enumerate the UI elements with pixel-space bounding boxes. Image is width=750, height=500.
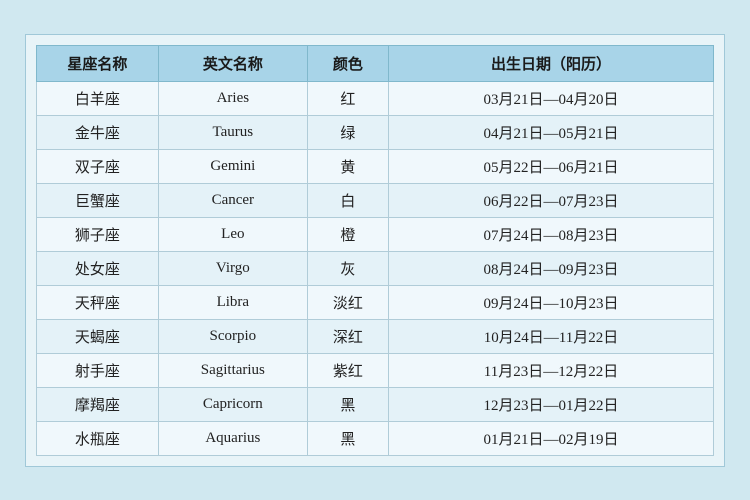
cell-chinese: 摩羯座 [37,387,159,421]
cell-english: Cancer [158,183,307,217]
cell-english: Taurus [158,115,307,149]
cell-color: 白 [307,183,388,217]
cell-chinese: 金牛座 [37,115,159,149]
cell-english: Leo [158,217,307,251]
cell-english: Scorpio [158,319,307,353]
cell-date: 05月22日—06月21日 [389,149,714,183]
table-row: 天秤座Libra淡红09月24日—10月23日 [37,285,714,319]
cell-chinese: 巨蟹座 [37,183,159,217]
cell-color: 红 [307,81,388,115]
cell-date: 04月21日—05月21日 [389,115,714,149]
cell-color: 灰 [307,251,388,285]
table-row: 金牛座Taurus绿04月21日—05月21日 [37,115,714,149]
cell-color: 黑 [307,387,388,421]
cell-color: 淡红 [307,285,388,319]
cell-color: 深红 [307,319,388,353]
header-chinese: 星座名称 [37,45,159,81]
table-row: 射手座Sagittarius紫红11月23日—12月22日 [37,353,714,387]
cell-date: 09月24日—10月23日 [389,285,714,319]
cell-chinese: 水瓶座 [37,421,159,455]
cell-date: 10月24日—11月22日 [389,319,714,353]
cell-english: Libra [158,285,307,319]
cell-date: 03月21日—04月20日 [389,81,714,115]
cell-chinese: 双子座 [37,149,159,183]
header-date: 出生日期（阳历） [389,45,714,81]
zodiac-table-container: 星座名称 英文名称 颜色 出生日期（阳历） 白羊座Aries红03月21日—04… [25,34,725,467]
cell-date: 12月23日—01月22日 [389,387,714,421]
cell-english: Sagittarius [158,353,307,387]
table-body: 白羊座Aries红03月21日—04月20日金牛座Taurus绿04月21日—0… [37,81,714,455]
cell-english: Capricorn [158,387,307,421]
cell-color: 紫红 [307,353,388,387]
cell-chinese: 天蝎座 [37,319,159,353]
cell-color: 橙 [307,217,388,251]
cell-date: 01月21日—02月19日 [389,421,714,455]
table-row: 天蝎座Scorpio深红10月24日—11月22日 [37,319,714,353]
table-row: 狮子座Leo橙07月24日—08月23日 [37,217,714,251]
cell-date: 11月23日—12月22日 [389,353,714,387]
table-row: 处女座Virgo灰08月24日—09月23日 [37,251,714,285]
cell-english: Aries [158,81,307,115]
cell-chinese: 狮子座 [37,217,159,251]
table-header-row: 星座名称 英文名称 颜色 出生日期（阳历） [37,45,714,81]
cell-color: 绿 [307,115,388,149]
zodiac-table: 星座名称 英文名称 颜色 出生日期（阳历） 白羊座Aries红03月21日—04… [36,45,714,456]
table-row: 摩羯座Capricorn黑12月23日—01月22日 [37,387,714,421]
cell-color: 黑 [307,421,388,455]
cell-english: Virgo [158,251,307,285]
cell-chinese: 处女座 [37,251,159,285]
cell-chinese: 白羊座 [37,81,159,115]
table-row: 水瓶座Aquarius黑01月21日—02月19日 [37,421,714,455]
table-row: 双子座Gemini黄05月22日—06月21日 [37,149,714,183]
cell-date: 07月24日—08月23日 [389,217,714,251]
cell-color: 黄 [307,149,388,183]
header-english: 英文名称 [158,45,307,81]
table-row: 巨蟹座Cancer白06月22日—07月23日 [37,183,714,217]
cell-chinese: 天秤座 [37,285,159,319]
cell-english: Aquarius [158,421,307,455]
table-row: 白羊座Aries红03月21日—04月20日 [37,81,714,115]
header-color: 颜色 [307,45,388,81]
cell-date: 08月24日—09月23日 [389,251,714,285]
cell-english: Gemini [158,149,307,183]
cell-date: 06月22日—07月23日 [389,183,714,217]
cell-chinese: 射手座 [37,353,159,387]
